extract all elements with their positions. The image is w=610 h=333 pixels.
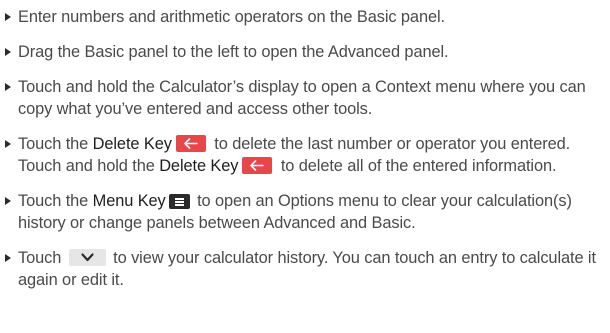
chevron-down-icon <box>68 249 106 266</box>
bullet-icon <box>5 48 11 56</box>
bullet-icon <box>5 83 11 91</box>
list-item: Touch the Delete Key to delete the last … <box>4 133 606 177</box>
menu-key-term: Menu Key <box>92 192 166 210</box>
bullet-icon <box>5 197 11 205</box>
back-arrow-icon <box>175 135 206 152</box>
item-text-pre: Touch the <box>18 135 93 153</box>
bullet-icon <box>5 254 11 262</box>
bullet-icon <box>5 13 11 21</box>
back-arrow-icon <box>242 157 273 174</box>
item-text: Drag the Basic panel to the left to open… <box>18 43 449 61</box>
list-item: Touch to view your calculator history. Y… <box>4 247 606 291</box>
item-text: Touch and hold the Calculator’s display … <box>18 78 586 118</box>
item-text-pre: Touch <box>18 249 66 267</box>
item-text-pre: Touch the <box>18 192 93 210</box>
instruction-list: Enter numbers and arithmetic operators o… <box>0 0 610 291</box>
list-item: Touch and hold the Calculator’s display … <box>4 76 606 120</box>
list-item: Enter numbers and arithmetic operators o… <box>4 6 606 28</box>
delete-key-term: Delete Key <box>159 157 239 175</box>
list-item: Drag the Basic panel to the left to open… <box>4 41 606 63</box>
menu-icon <box>168 194 190 209</box>
list-item: Touch the Menu Key to open an Options me… <box>4 190 606 234</box>
delete-key-term: Delete Key <box>92 135 172 153</box>
item-text-post: to delete all of the entered information… <box>276 157 557 175</box>
item-text: Enter numbers and arithmetic operators o… <box>18 8 445 26</box>
bullet-icon <box>5 140 11 148</box>
